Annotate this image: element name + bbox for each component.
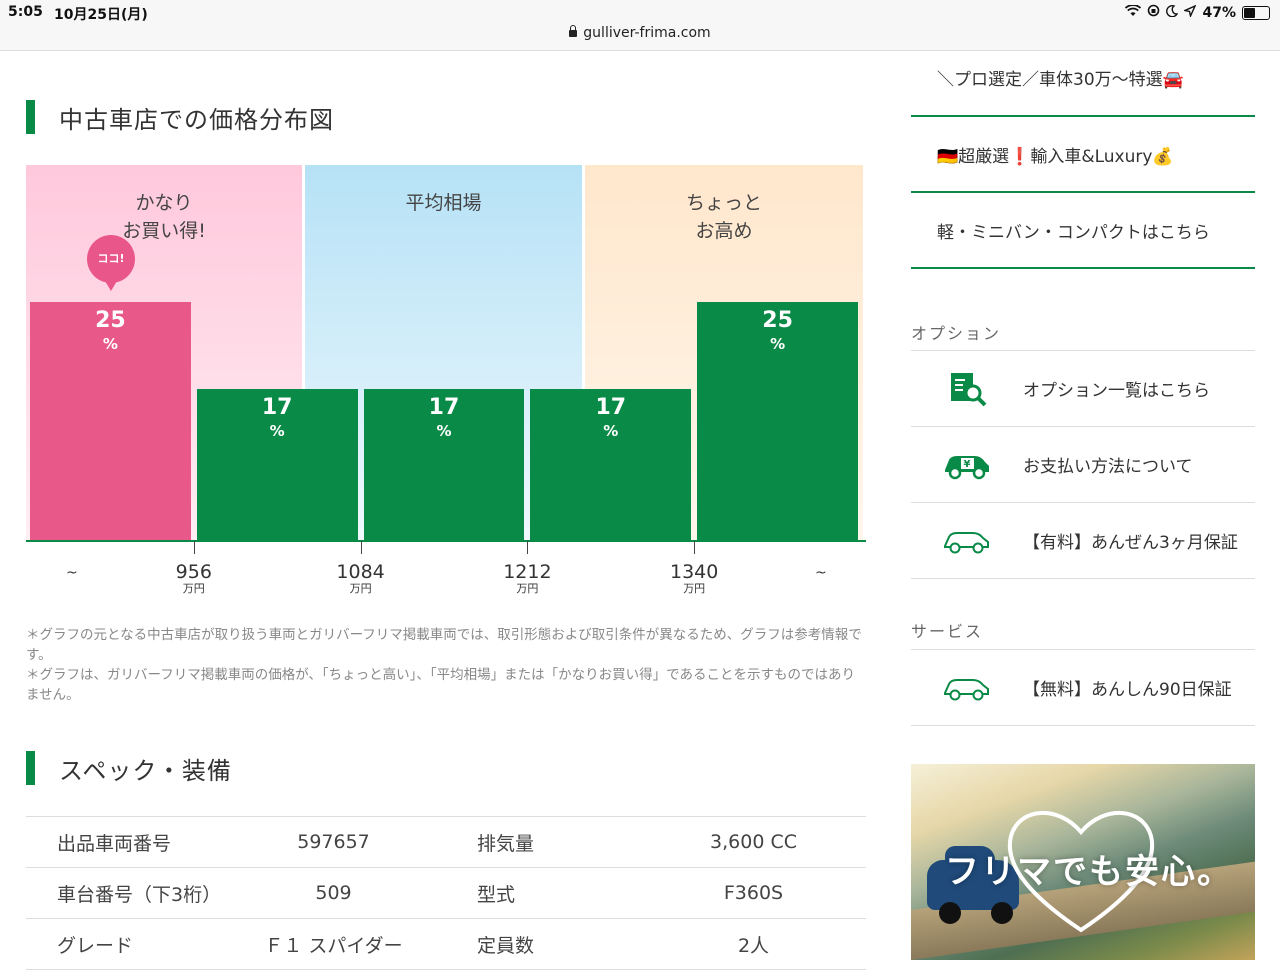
- sidebar-link-pro-selection[interactable]: ＼プロ選定／車体30万〜特選🚘: [911, 40, 1255, 117]
- chart-bar: 17%: [363, 389, 525, 540]
- heading-accent-bar: [26, 751, 35, 785]
- car-yen-icon: ¥: [911, 450, 1023, 480]
- spec-label: 車台番号（下3桁）: [57, 883, 222, 906]
- battery-icon: [1242, 5, 1270, 20]
- spec-section-heading: スペック・装備: [26, 751, 232, 785]
- spec-value: Ｆ１ スパイダー: [264, 934, 403, 957]
- battery-percent: 47%: [1202, 4, 1236, 21]
- x-axis-tick: [193, 541, 195, 554]
- table-row: 出品車両番号 597657 排気量 3,600 CC: [26, 817, 866, 868]
- chart-note-1: ＊グラフの元となる中古車店が取り扱う車両とガリバーフリマ掲載車両では、取引形態お…: [26, 627, 862, 663]
- option-label: お支払い方法について: [1023, 457, 1193, 477]
- x-axis-tick-label: 1340 万円: [654, 561, 734, 595]
- table-row: グレード Ｆ１ スパイダー 定員数 2人: [26, 919, 866, 970]
- bar-unit-label: %: [269, 422, 285, 441]
- orientation-lock-icon: [1147, 4, 1160, 21]
- price-distribution-chart: かなり お買い得! 平均相場 ちょっと お高め 25% 17% 17% 17% 25% …: [26, 165, 866, 545]
- spec-value: 597657: [297, 831, 370, 853]
- chart-notes: ＊グラフの元となる中古車店が取り扱う車両とガリバーフリマ掲載車両では、取引形態お…: [26, 625, 866, 705]
- heading-accent-bar: [26, 100, 35, 134]
- spec-value: 2人: [737, 934, 770, 957]
- current-price-marker: ココ!: [87, 235, 135, 291]
- options-title: オプション: [911, 324, 1002, 343]
- bar-value-label: 25: [762, 308, 793, 333]
- x-axis-edge-label: ~: [66, 565, 78, 581]
- url-text: gulliver-frima.com: [583, 25, 711, 41]
- tick-unit: 万円: [349, 582, 372, 595]
- table-row: 車台番号（下3桁） 509 型式 F360S: [26, 868, 866, 919]
- chart-bar: 17%: [196, 389, 358, 540]
- x-axis-tick: [694, 541, 696, 554]
- chart-baseline: [26, 540, 866, 542]
- option-label: オプション一覧はこちら: [1023, 381, 1210, 401]
- spec-table: 出品車両番号 597657 排気量 3,600 CC 車台番号（下3桁） 509…: [26, 816, 866, 970]
- sidebar-link-kei-minivan[interactable]: 軽・ミニバン・コンパクトはこちら: [911, 193, 1255, 269]
- service-label: 【無料】あんしん90日保証: [1023, 680, 1232, 700]
- spec-label: 出品車両番号: [57, 832, 172, 855]
- tick-value: 1084: [336, 561, 385, 583]
- x-axis-tick-label: 1212 万円: [487, 561, 567, 595]
- location-icon: [1183, 4, 1197, 21]
- price-section-heading: 中古車店での価格分布図: [26, 100, 334, 134]
- bar-value-label: 17: [261, 395, 293, 421]
- spec-value: 3,600 CC: [710, 831, 797, 853]
- option-label: 【有料】あんぜん3ヶ月保証: [1023, 533, 1238, 553]
- option-list-link[interactable]: オプション一覧はこちら: [911, 351, 1255, 427]
- car-outline-icon: [911, 526, 1023, 556]
- chart-bar: 17%: [530, 389, 692, 540]
- spec-label: 型式: [477, 883, 516, 906]
- promo-banner[interactable]: フリマでも安心。: [911, 764, 1255, 960]
- tick-value: 1340: [670, 561, 719, 583]
- tick-unit: 万円: [182, 582, 205, 595]
- payment-method-link[interactable]: ¥ お支払い方法について: [911, 427, 1255, 503]
- chart-bar: 25%: [30, 302, 191, 540]
- banner-car-wheel: [939, 902, 961, 924]
- x-axis-edge-label: ~: [815, 565, 827, 581]
- tick-value: 956: [175, 561, 212, 583]
- tick-unit: 万円: [516, 582, 539, 595]
- paid-warranty-link[interactable]: 【有料】あんぜん3ヶ月保証: [911, 503, 1255, 579]
- car-outline-icon: [911, 673, 1023, 703]
- bar-value-label: 17: [428, 395, 460, 421]
- moon-icon: [1166, 4, 1179, 21]
- chart-note-2: ＊グラフは、ガリバーフリマ掲載車両の価格が、「ちょっと高い」、「平均相場」または…: [26, 667, 856, 703]
- spec-label: グレード: [57, 934, 134, 957]
- price-section-title: 中古車店での価格分布図: [59, 105, 334, 134]
- banner-copy: フリマでも安心。: [945, 852, 1233, 892]
- spec-value: F360S: [723, 882, 784, 904]
- status-icons: 47%: [1125, 3, 1270, 21]
- bar-unit-label: %: [770, 335, 786, 353]
- bar-unit-label: %: [603, 422, 619, 441]
- spec-label: 定員数: [477, 934, 535, 957]
- clock: 5:05: [8, 4, 43, 20]
- x-axis-tick: [527, 541, 529, 554]
- tick-unit: 万円: [683, 582, 706, 595]
- spec-value: 509: [315, 882, 352, 904]
- bar-unit-label: %: [102, 335, 118, 353]
- svg-text:¥: ¥: [964, 459, 971, 470]
- spec-section-title: スペック・装備: [59, 756, 232, 785]
- bar-value-label: 17: [595, 395, 627, 421]
- tick-value: 1212: [503, 561, 552, 583]
- bar-unit-label: %: [436, 422, 452, 441]
- bar-value-label: 25: [95, 308, 126, 333]
- document-search-icon: [911, 369, 1023, 409]
- free-warranty-link[interactable]: 【無料】あんしん90日保証: [911, 650, 1255, 726]
- lock-icon: [569, 25, 578, 37]
- service-title: サービス: [911, 622, 984, 641]
- sidebar-link-import-luxury[interactable]: 🇩🇪超厳選❗️輸入車&Luxury💰: [911, 117, 1255, 193]
- address-bar[interactable]: gulliver-frima.com: [0, 25, 1280, 41]
- chart-bar: 25%: [697, 302, 858, 540]
- x-axis-tick-label: 1084 万円: [321, 561, 401, 595]
- date: 10月25日(月): [54, 7, 148, 23]
- x-axis-tick-label: 956 万円: [154, 561, 234, 595]
- x-axis-tick: [360, 541, 362, 554]
- spec-label: 排気量: [477, 832, 535, 855]
- wifi-icon: [1125, 3, 1142, 21]
